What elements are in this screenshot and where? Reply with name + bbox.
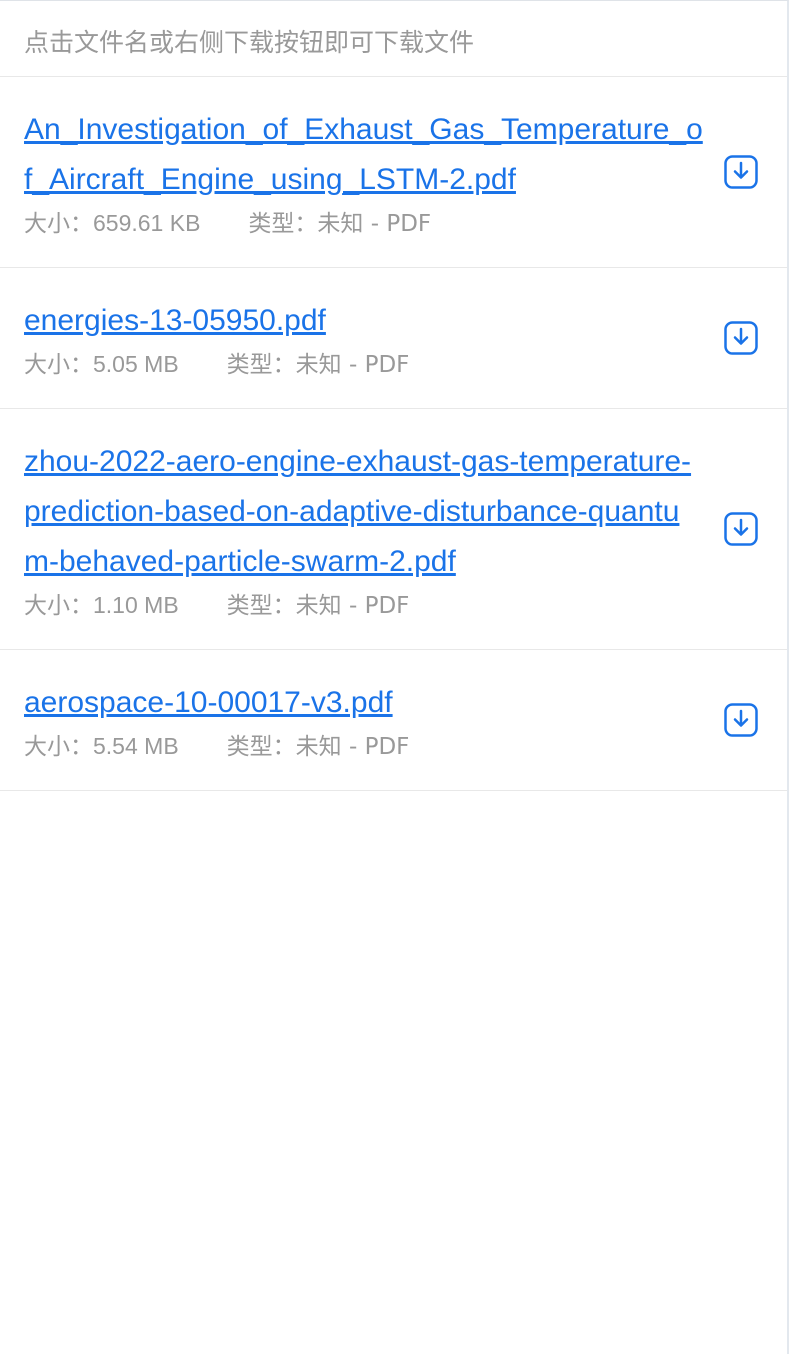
- file-name-link[interactable]: aerospace-10-00017-v3.pdf: [24, 678, 704, 728]
- file-meta: 大小：5.05 MB 类型：未知 - PDF: [24, 349, 697, 380]
- size-label: 大小：: [24, 352, 93, 378]
- file-type: 未知 - PDF: [295, 352, 410, 378]
- size-label: 大小：: [24, 734, 93, 760]
- download-button[interactable]: [721, 700, 761, 740]
- download-button[interactable]: [721, 509, 761, 549]
- file-type: 未知 - PDF: [295, 734, 410, 760]
- file-meta: 大小：1.10 MB 类型：未知 - PDF: [24, 590, 697, 621]
- type-label: 类型：: [226, 593, 296, 619]
- file-type: 未知 - PDF: [317, 211, 432, 237]
- file-size: 1.10 MB: [93, 592, 179, 618]
- type-label: 类型：: [226, 352, 296, 378]
- file-meta: 大小：5.54 MB 类型：未知 - PDF: [24, 731, 697, 762]
- download-icon: [724, 321, 758, 355]
- file-item: energies-13-05950.pdf 大小：5.05 MB 类型：未知 - …: [0, 268, 787, 409]
- size-label: 大小：: [24, 593, 93, 619]
- file-size: 5.05 MB: [93, 351, 179, 377]
- type-label: 类型：: [226, 734, 296, 760]
- file-type: 未知 - PDF: [295, 593, 410, 619]
- type-label: 类型：: [248, 211, 318, 237]
- file-item: zhou-2022-aero-engine-exhaust-gas-temper…: [0, 409, 787, 650]
- file-name-link[interactable]: energies-13-05950.pdf: [24, 296, 704, 346]
- download-hint: 点击文件名或右侧下载按钮即可下载文件: [0, 1, 787, 77]
- file-download-panel: 点击文件名或右侧下载按钮即可下载文件 An_Investigation_of_E…: [0, 0, 789, 1354]
- file-item: An_Investigation_of_Exhaust_Gas_Temperat…: [0, 77, 787, 268]
- download-icon: [724, 155, 758, 189]
- file-list: An_Investigation_of_Exhaust_Gas_Temperat…: [0, 77, 787, 791]
- file-name-link[interactable]: zhou-2022-aero-engine-exhaust-gas-temper…: [24, 437, 704, 587]
- download-button[interactable]: [721, 318, 761, 358]
- size-label: 大小：: [24, 211, 93, 237]
- download-icon: [724, 512, 758, 546]
- file-size: 5.54 MB: [93, 733, 179, 759]
- file-meta: 大小：659.61 KB 类型：未知 - PDF: [24, 208, 697, 239]
- download-icon: [724, 703, 758, 737]
- file-item: aerospace-10-00017-v3.pdf 大小：5.54 MB 类型：未…: [0, 650, 787, 791]
- file-name-link[interactable]: An_Investigation_of_Exhaust_Gas_Temperat…: [24, 105, 704, 205]
- file-size: 659.61 KB: [93, 210, 201, 236]
- download-button[interactable]: [721, 152, 761, 192]
